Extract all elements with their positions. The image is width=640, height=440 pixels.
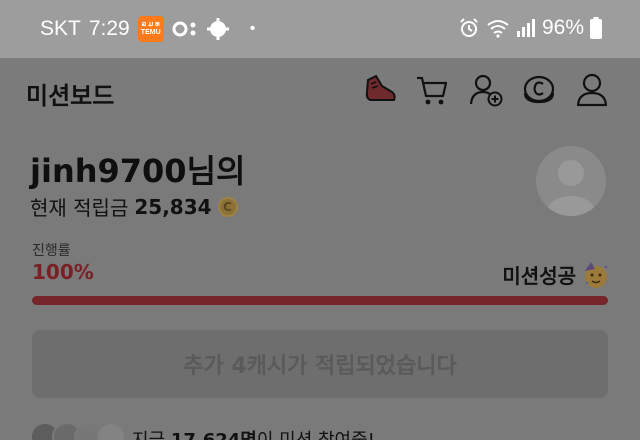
status-bar: SKT 7:29 ລ ມ ທ TEMU • 96% [0,0,640,58]
points-label: 현재 적립금 [30,196,129,220]
settings-gear-icon [206,18,229,40]
wifi-icon [487,20,509,38]
battery-icon [590,17,602,39]
reward-message: 추가 4캐시가 적립되었습니다 [32,330,608,398]
avatar[interactable] [536,146,606,216]
shoe-icon[interactable] [362,72,398,108]
points-value: 25,834 [134,194,212,219]
battery-percent: 96% [541,16,584,39]
progress-bar [32,296,608,305]
page-title: 미션보드 [26,82,115,110]
carrier-label: SKT [40,17,81,40]
profile-icon[interactable] [574,72,610,108]
add-friend-icon[interactable] [468,72,504,108]
participants-suffix: 이 미션 참여중! [257,430,375,440]
notification-dot: • [249,20,256,37]
status-left: SKT 7:29 ລ ມ ທ TEMU • [40,16,255,42]
participants-text: 지금 17,624명이 미션 참여중! [132,426,375,440]
alarm-icon [460,18,478,37]
progress-label: 진행률 [32,243,71,259]
participant-avatar [96,422,126,440]
participants-prefix: 지금 [132,430,171,440]
progress-value: 100% [32,260,94,284]
participant-avatars [30,422,126,440]
mission-success-label: 미션성공 [502,264,576,288]
cart-icon[interactable] [414,72,450,108]
user-nickname: jinh9700님의 [30,152,246,190]
participants-count: 17,624명 [171,430,257,440]
clock: 7:29 [88,17,130,40]
app-header: 미션보드 [0,58,640,124]
temu-app-icon: ລ ມ ທ TEMU [137,16,164,42]
rec-icon [172,21,196,37]
coin-c-icon[interactable] [521,72,557,108]
points-row: 현재 적립금 25,834 C [30,192,238,221]
mission-success: 미션성공 [502,260,610,289]
party-face-icon [585,261,608,288]
temu-badge-line-1: ລ ມ ທ [141,21,160,28]
progress-fill [32,296,608,305]
default-avatar-icon [547,160,595,216]
signal-icon [516,19,535,37]
reward-message-text: 추가 4캐시가 적립되었습니다 [183,354,457,379]
temu-badge-line-2: TEMU [140,29,161,36]
coin-icon: C [217,196,238,217]
status-right: 96% [458,16,602,40]
